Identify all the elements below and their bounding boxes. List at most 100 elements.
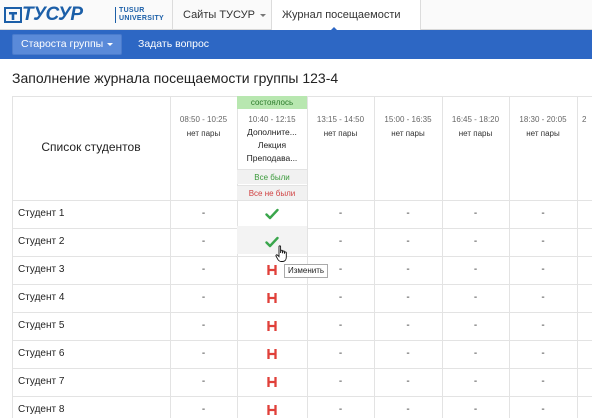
ask-question-link[interactable]: Задать вопрос bbox=[138, 34, 209, 55]
page-title: Заполнение журнала посещаемости группы 1… bbox=[12, 70, 339, 86]
empty-cell-mark: - bbox=[406, 236, 410, 247]
absent-mark-icon[interactable] bbox=[266, 292, 278, 304]
table-border bbox=[509, 96, 510, 418]
student-name: Студент 1 bbox=[18, 208, 65, 219]
empty-cell-mark: - bbox=[406, 376, 410, 387]
absent-mark-icon[interactable] bbox=[266, 404, 278, 416]
slot-time: 2 bbox=[582, 115, 587, 124]
lesson-type: Лекция bbox=[257, 140, 287, 150]
slot-status: нет пары bbox=[323, 129, 358, 138]
table-border bbox=[12, 284, 592, 285]
logo-subtitle: TUSUR UNIVERSITY bbox=[115, 7, 164, 23]
empty-cell-mark: - bbox=[473, 236, 478, 247]
hand-cursor-icon bbox=[275, 245, 287, 262]
empty-cell-mark: - bbox=[541, 348, 545, 359]
table-border bbox=[12, 256, 592, 257]
present-check-icon[interactable] bbox=[265, 208, 279, 220]
empty-cell-mark: - bbox=[473, 320, 478, 331]
empty-cell-mark: - bbox=[201, 208, 206, 219]
empty-cell-mark: - bbox=[473, 404, 478, 415]
table-border bbox=[307, 96, 308, 418]
empty-cell-mark: - bbox=[201, 236, 206, 247]
empty-cell-mark: - bbox=[201, 376, 206, 387]
absent-mark-icon[interactable] bbox=[266, 348, 278, 360]
slot-status: нет пары bbox=[391, 129, 425, 138]
student-name: Студент 4 bbox=[18, 292, 65, 303]
chevron-down-icon bbox=[107, 42, 114, 46]
mark-all-present-button[interactable]: Все были bbox=[237, 169, 307, 184]
slot-time: 15:00 - 16:35 bbox=[384, 115, 432, 124]
logo-subtitle-line-2: UNIVERSITY bbox=[119, 15, 165, 22]
slot-status: нет пары bbox=[458, 129, 493, 138]
student-name: Студент 7 bbox=[18, 376, 65, 387]
logo-subtitle-line-1: TUSUR bbox=[119, 7, 145, 14]
table-border bbox=[442, 96, 443, 418]
student-name: Студент 5 bbox=[18, 320, 65, 331]
table-border bbox=[12, 396, 592, 397]
empty-cell-mark: - bbox=[201, 292, 206, 303]
empty-cell-mark: - bbox=[541, 320, 545, 331]
slot-status: нет пары bbox=[526, 129, 560, 138]
slot-time: 08:50 - 10:25 bbox=[179, 115, 228, 124]
absent-mark-icon[interactable] bbox=[266, 320, 278, 332]
empty-cell-mark: - bbox=[473, 348, 478, 359]
empty-cell-mark: - bbox=[338, 320, 343, 331]
slot-time: 16:45 - 18:20 bbox=[451, 115, 500, 124]
empty-cell-mark: - bbox=[541, 376, 545, 387]
group-head-label: Староста группы bbox=[21, 38, 104, 50]
group-head-dropdown-button[interactable]: Староста группы bbox=[12, 34, 123, 55]
table-border bbox=[12, 200, 592, 201]
student-name: Студент 8 bbox=[18, 404, 65, 415]
absent-mark-icon[interactable] bbox=[266, 376, 278, 388]
table-border bbox=[577, 96, 578, 418]
empty-cell-mark: - bbox=[541, 264, 545, 275]
empty-cell-mark: - bbox=[406, 404, 410, 415]
empty-cell-mark: - bbox=[473, 292, 478, 303]
empty-cell-mark: - bbox=[338, 376, 343, 387]
student-name: Студент 2 bbox=[18, 236, 65, 247]
lesson-info[interactable]: Дополните... Лекция Преподава... bbox=[237, 126, 307, 165]
tab-journal[interactable]: Журнал посещаемости bbox=[272, 0, 420, 32]
absent-mark-icon[interactable] bbox=[266, 264, 278, 276]
tab-journal-label: Журнал посещаемости bbox=[282, 9, 401, 21]
lesson-subject: Дополните... bbox=[247, 127, 297, 137]
action-bar: Староста группы Задать вопрос bbox=[0, 30, 592, 59]
tusur-logo-icon bbox=[4, 7, 22, 23]
empty-cell-mark: - bbox=[473, 208, 478, 219]
empty-cell-mark: - bbox=[406, 348, 410, 359]
nav-divider bbox=[420, 0, 421, 30]
empty-cell-mark: - bbox=[338, 236, 343, 247]
empty-cell-mark: - bbox=[473, 264, 478, 275]
students-column-header: Список студентов bbox=[41, 140, 141, 154]
empty-cell-mark: - bbox=[473, 376, 478, 387]
student-name: Студент 6 bbox=[18, 348, 65, 359]
attendance-table: Список студентов 08:50 - 10:25 нет пары … bbox=[12, 96, 592, 418]
table-border bbox=[12, 312, 592, 313]
tusur-logo[interactable]: ТУСУР TUSUR UNIVERSITY bbox=[4, 4, 170, 26]
empty-cell-mark: - bbox=[541, 208, 545, 219]
empty-cell-mark: - bbox=[541, 292, 545, 303]
sites-dropdown-label: Сайты ТУСУР bbox=[183, 9, 255, 21]
empty-cell-mark: - bbox=[406, 208, 410, 219]
table-border bbox=[12, 340, 592, 341]
empty-cell-mark: - bbox=[541, 404, 545, 415]
slot-status: нет пары bbox=[186, 129, 221, 138]
empty-cell-mark: - bbox=[338, 404, 343, 415]
table-border bbox=[170, 96, 171, 418]
table-border bbox=[374, 96, 375, 418]
logo-text: ТУСУР bbox=[22, 4, 83, 25]
empty-cell-mark: - bbox=[406, 320, 410, 331]
student-name: Студент 3 bbox=[18, 264, 65, 275]
held-status-badge: состоялось bbox=[237, 96, 307, 109]
lesson-teacher: Преподава... bbox=[246, 153, 298, 163]
top-navbar: ТУСУР TUSUR UNIVERSITY Сайты ТУСУР Журна… bbox=[0, 0, 592, 32]
chevron-down-icon bbox=[259, 13, 266, 17]
nav-divider bbox=[172, 0, 173, 30]
empty-cell-mark: - bbox=[201, 348, 206, 359]
mark-all-absent-button[interactable]: Все не были bbox=[237, 185, 307, 200]
slot-time: 13:15 - 14:50 bbox=[316, 115, 365, 124]
sites-dropdown[interactable]: Сайты ТУСУР bbox=[183, 0, 266, 30]
empty-cell-mark: - bbox=[406, 264, 410, 275]
change-tooltip: Изменить bbox=[284, 264, 329, 278]
empty-cell-mark: - bbox=[201, 320, 206, 331]
